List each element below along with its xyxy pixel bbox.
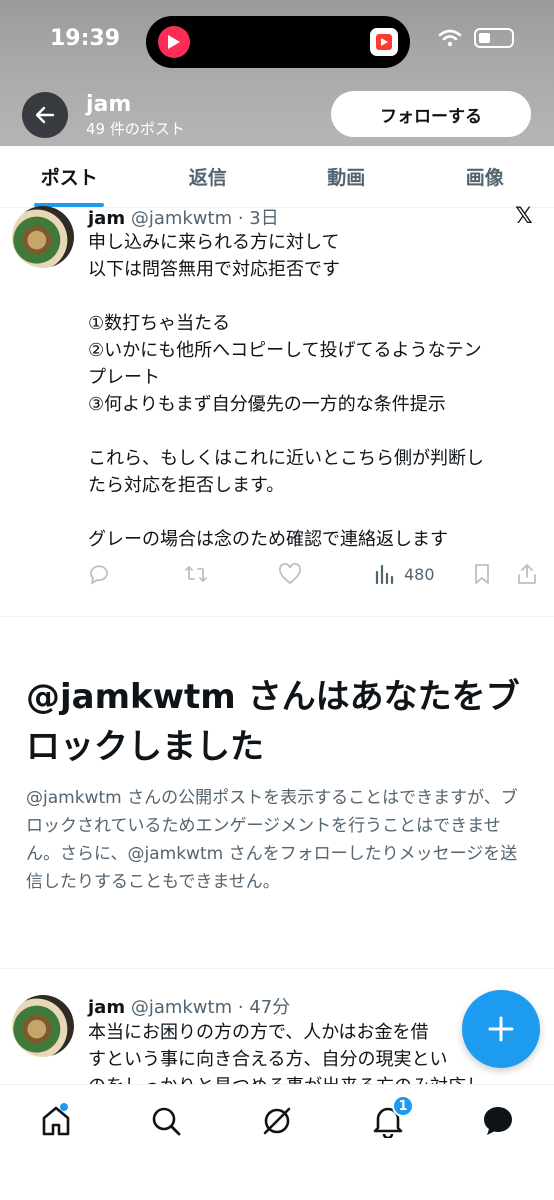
tab-videos[interactable]: 動画 [277,146,416,207]
like-button[interactable] [278,563,302,585]
message-icon [484,1107,512,1135]
nav-home[interactable] [36,1101,76,1141]
post-handle-time: @jamkwtm · 3日 [130,208,279,229]
compose-button[interactable] [462,990,540,1068]
recording-icon [158,26,190,58]
avatar[interactable] [12,206,74,268]
post-line: すという事に向き合える方、自分の現実とい [88,1049,448,1070]
share-button[interactable] [516,563,538,585]
share-icon [518,564,536,584]
post-header: jam @jamkwtm · 3日 [88,204,279,230]
bookmark-icon [475,564,489,584]
home-unread-dot [60,1103,68,1111]
plus-icon [488,1016,514,1042]
post-header: jam @jamkwtm · 47分 [88,993,290,1019]
divider [0,616,554,617]
views-count: 480 [404,564,435,584]
tab-replies[interactable]: 返信 [139,146,278,207]
heart-icon [279,563,301,585]
arrow-left-icon [35,106,55,124]
post-line: 申し込みに来られる方に対して [88,232,340,253]
status-icons [438,28,514,48]
x-logo-icon: 𝕏 [515,204,533,229]
post-handle-time: @jamkwtm · 47分 [130,997,291,1018]
post-line: たら対応を拒否します。 [88,475,285,496]
blocked-title: @jamkwtm さんはあなたをブロックしました [26,677,520,767]
search-icon [152,1107,181,1136]
bookmark-button[interactable] [472,563,492,585]
repost-button[interactable] [184,563,208,585]
follow-button[interactable]: フォローする [331,91,531,137]
tab-posts[interactable]: ポスト [0,146,139,207]
wifi-icon [438,29,462,47]
reply-icon [90,565,108,585]
post-line: プレート [88,367,160,388]
post-author-name[interactable]: jam [88,997,125,1018]
post-line: ①数打ちゃ当たる [88,313,231,334]
back-button[interactable] [22,92,68,138]
post-line: ②いかにも他所へコピーして投げてるようなテン [88,340,482,361]
tab-images[interactable]: 画像 [416,146,554,207]
views-icon [375,564,394,585]
post-line [88,499,528,526]
repost-icon [185,566,207,582]
profile-name: jam [86,92,132,117]
post-line: 以下は問答無用で対応拒否です [88,259,340,280]
grok-icon [263,1107,291,1135]
nav-messages[interactable] [478,1101,518,1141]
post-line [88,283,528,310]
nav-search[interactable] [146,1101,186,1141]
profile-tabs: ポスト 返信 動画 画像 [0,146,554,208]
post-text: 申し込みに来られる方に対して 以下は問答無用で対応拒否です ①数打ちゃ当たる ②… [88,229,528,553]
blocked-description: @jamkwtm さんの公開ポストを表示することはできますが、ブロックされている… [26,788,518,892]
video-app-icon [370,28,398,56]
post-count: 49 件のポスト [86,120,185,138]
notification-badge: 1 [392,1095,414,1117]
post-line: これら、もしくはこれに近いとこちら側が判断し [88,448,484,469]
reply-button[interactable] [88,563,110,585]
status-time: 19:39 [50,26,121,51]
avatar[interactable] [12,995,74,1057]
home-icon [42,1106,70,1136]
post-line: のをしっかりと見つめる事が出来る方のみ対応し [88,1073,528,1084]
profile-header-banner: 19:39 jam 49 件のポスト フォローする [0,0,554,146]
battery-icon [474,28,514,48]
nav-notifications[interactable]: 1 [368,1095,414,1141]
post-actions: 480 [88,563,538,593]
nav-grok[interactable] [257,1101,297,1141]
post-line: ③何よりもまず自分優先の一方的な条件提示 [88,394,446,415]
dynamic-island [146,16,410,68]
post-line [88,418,528,445]
post-author-name[interactable]: jam [88,208,125,229]
views-button[interactable]: 480 [374,563,435,585]
bottom-nav: 1 [0,1084,554,1200]
divider [0,968,554,969]
post-line: グレーの場合は念のため確認で連絡返します [88,529,448,550]
